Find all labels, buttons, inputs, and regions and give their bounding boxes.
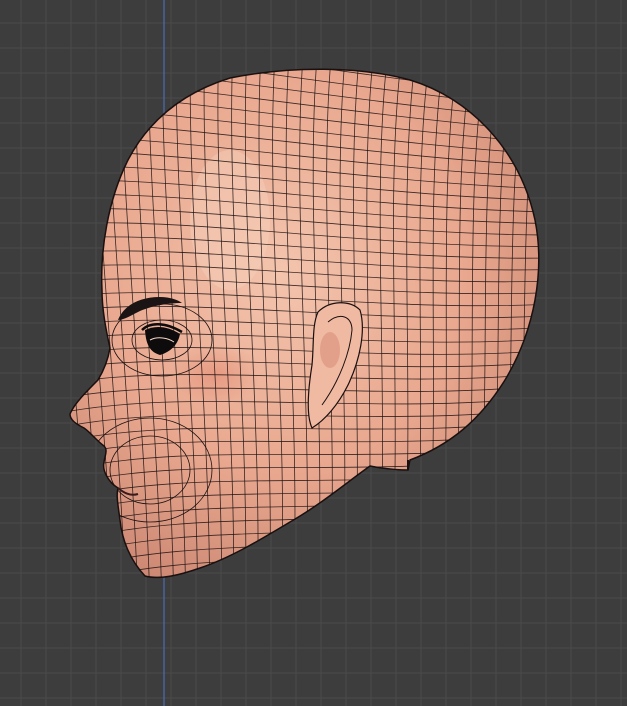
3d-viewport[interactable] [0,0,627,706]
ear-shadow [320,332,340,368]
edge-loop [70,69,91,578]
viewport-canvas[interactable] [0,0,627,706]
head-mesh[interactable] [50,34,560,616]
head-surface[interactable] [69,68,540,579]
temple-highlight [190,150,270,290]
